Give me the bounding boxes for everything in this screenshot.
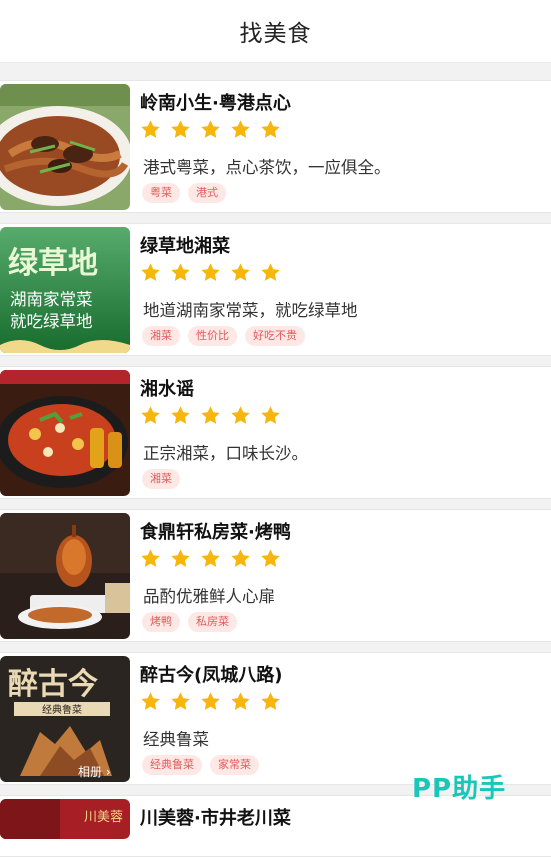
restaurant-thumbnail: 川美蓉 <box>0 799 130 839</box>
star-icon <box>141 263 160 281</box>
rating-stars <box>140 548 281 569</box>
tag: 湘菜 <box>142 326 180 346</box>
restaurant-card[interactable]: 岭南小生·粤港点心 港式粤菜，点心茶饮，一应俱全。 粤菜 港式 <box>0 80 551 213</box>
thumbnail-subtitle: 经典鲁菜 <box>42 703 82 716</box>
restaurant-description: 地道湖南家常菜，就吃绿草地 <box>143 301 358 320</box>
star-icon <box>231 406 250 424</box>
tag: 性价比 <box>188 326 237 346</box>
tag: 经典鲁菜 <box>142 755 202 775</box>
tag-list: 湘菜 性价比 好吃不贵 <box>142 326 305 346</box>
rating-stars <box>140 119 281 140</box>
restaurant-description: 港式粤菜，点心茶饮，一应俱全。 <box>143 158 391 177</box>
star-icon <box>201 120 220 138</box>
star-icon <box>261 263 280 281</box>
star-icon <box>261 549 280 567</box>
page-title: 找美食 <box>239 21 312 47</box>
restaurant-thumbnail: 醉古今 经典鲁菜 相册 › <box>0 656 130 782</box>
tag-list: 粤菜 港式 <box>142 183 226 203</box>
restaurant-card[interactable]: 绿草地 湖南家常菜 就吃绿草地 绿草地湘菜 地道湖南家常菜，就吃绿草地 湘菜 性… <box>0 223 551 356</box>
restaurant-description: 正宗湘菜，口味长沙。 <box>143 444 308 463</box>
star-icon <box>231 263 250 281</box>
tag: 港式 <box>188 183 226 203</box>
page-header: 找美食 <box>0 0 551 63</box>
star-icon <box>261 692 280 710</box>
star-icon <box>171 692 190 710</box>
star-icon <box>231 120 250 138</box>
watermark-logo: PP助手 <box>412 774 507 804</box>
tag: 粤菜 <box>142 183 180 203</box>
restaurant-thumbnail <box>0 370 130 496</box>
restaurant-name: 岭南小生·粤港点心 <box>140 93 291 114</box>
star-icon <box>231 692 250 710</box>
star-icon <box>231 549 250 567</box>
tag-list: 经典鲁菜 家常菜 <box>142 755 259 775</box>
restaurant-card[interactable]: 醉古今 经典鲁菜 相册 › 醉古今(凤城八路) 经典鲁菜 经典鲁菜 家常菜 <box>0 652 551 785</box>
star-icon <box>201 263 220 281</box>
restaurant-name: 川美蓉·市井老川菜 <box>140 808 291 829</box>
star-icon <box>201 406 220 424</box>
tag: 私房菜 <box>188 612 237 632</box>
star-icon <box>201 692 220 710</box>
thumbnail-caption: 湖南家常菜 <box>10 290 93 309</box>
tag: 湘菜 <box>142 469 180 489</box>
star-icon <box>141 120 160 138</box>
star-icon <box>171 263 190 281</box>
tag-list: 烤鸭 私房菜 <box>142 612 237 632</box>
tag: 烤鸭 <box>142 612 180 632</box>
rating-stars <box>140 405 281 426</box>
tag-list: 湘菜 <box>142 469 180 489</box>
star-icon <box>141 549 160 567</box>
star-icon <box>141 692 160 710</box>
tag: 好吃不贵 <box>245 326 305 346</box>
star-icon <box>171 406 190 424</box>
gallery-link[interactable]: 相册 › <box>78 765 111 779</box>
restaurant-description: 品酌优雅鲜人心扉 <box>143 587 275 606</box>
star-icon <box>261 406 280 424</box>
star-icon <box>201 549 220 567</box>
rating-stars <box>140 262 281 283</box>
restaurant-name: 醉古今(凤城八路) <box>140 665 283 686</box>
restaurant-name: 食鼎轩私房菜·烤鸭 <box>140 522 291 543</box>
restaurant-description: 经典鲁菜 <box>143 730 209 749</box>
restaurant-card[interactable]: 湘水谣 正宗湘菜，口味长沙。 湘菜 <box>0 366 551 499</box>
restaurant-name: 绿草地湘菜 <box>140 236 230 257</box>
restaurant-thumbnail <box>0 84 130 210</box>
restaurant-card[interactable]: 食鼎轩私房菜·烤鸭 品酌优雅鲜人心扉 烤鸭 私房菜 <box>0 509 551 642</box>
star-icon <box>171 549 190 567</box>
star-icon <box>141 406 160 424</box>
thumbnail-logo-text: 醉古今 <box>8 667 98 702</box>
tag: 家常菜 <box>210 755 259 775</box>
thumbnail-logo-text: 绿草地 <box>8 246 98 281</box>
restaurant-thumbnail <box>0 513 130 639</box>
thumbnail-badge: 川美蓉 <box>84 810 123 825</box>
rating-stars <box>140 691 281 712</box>
star-icon <box>261 120 280 138</box>
restaurant-name: 湘水谣 <box>140 379 194 400</box>
thumbnail-caption: 就吃绿草地 <box>10 312 93 331</box>
star-icon <box>171 120 190 138</box>
restaurant-thumbnail: 绿草地 湖南家常菜 就吃绿草地 <box>0 227 130 353</box>
